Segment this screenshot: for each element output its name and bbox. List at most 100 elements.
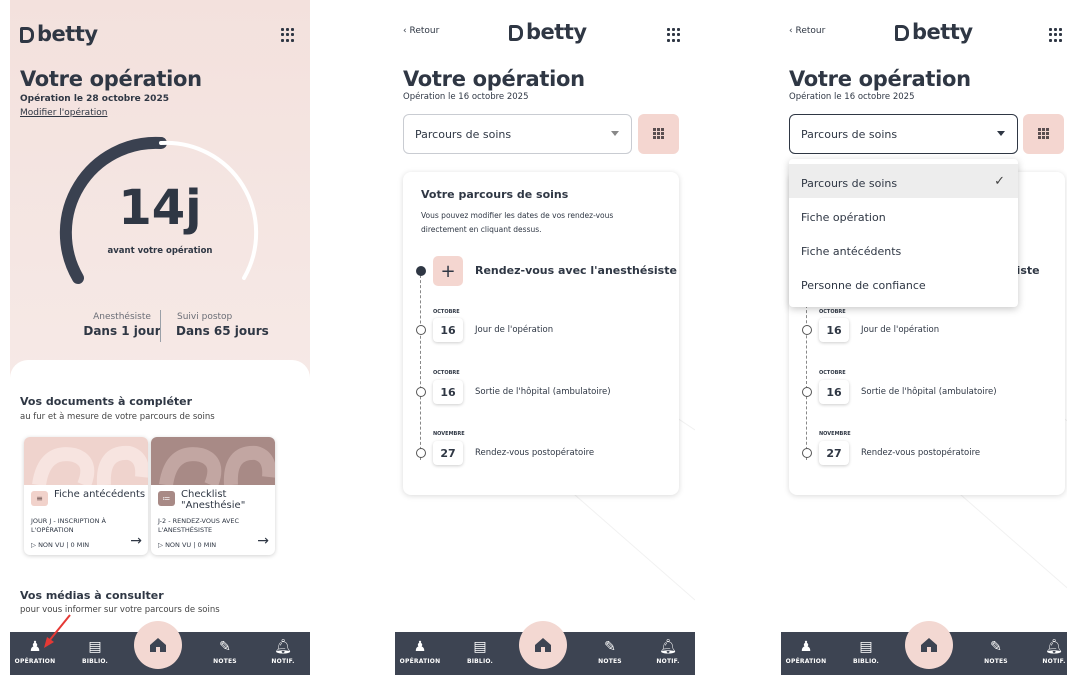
bottom-nav: ♟ OPÉRATION ▤ BIBLIO. ✎ NOTES 🔔︎ NOTIF. <box>10 621 310 675</box>
app-grid-icon[interactable] <box>1049 28 1063 42</box>
duration-text: 0 MIN <box>197 541 217 549</box>
betty-logo: betty <box>509 20 587 44</box>
home-icon <box>921 638 937 652</box>
event-month: OCTOBRE <box>433 370 460 376</box>
document-status: ▷ NON VU | 0 MIN <box>31 541 90 549</box>
document-illustration <box>24 437 148 488</box>
documents-title: Vos documents à compléter <box>20 395 193 408</box>
nav-label: NOTES <box>598 658 622 665</box>
option-label: Personne de confiance <box>801 279 926 292</box>
event-day-button[interactable]: 27 <box>819 441 849 465</box>
home-button[interactable] <box>519 621 567 669</box>
event-label: Rendez-vous postopératoire <box>475 448 595 458</box>
status-text: ▷ NON VU <box>158 541 192 549</box>
nav-biblio[interactable]: ▤ BIBLIO. <box>70 632 120 665</box>
status-text: ▷ NON VU <box>31 541 65 549</box>
bell-icon: 🔔︎ <box>1045 639 1063 655</box>
nav-notif[interactable]: 🔔︎ NOTIF. <box>1029 632 1067 665</box>
screen-care-pathway-dropdown: ‹ Retour betty Votre opération Opération… <box>781 0 1067 675</box>
event-day-button[interactable]: 27 <box>433 441 463 465</box>
nav-label: NOTES <box>213 658 237 665</box>
option-fiche-antecedents[interactable]: Fiche antécédents <box>789 232 1018 266</box>
library-icon: ▤ <box>88 639 102 655</box>
arrow-right-icon[interactable]: → <box>257 533 269 549</box>
timeline-dot <box>802 387 812 397</box>
nav-operation[interactable]: ♟ OPÉRATION <box>781 632 831 665</box>
modify-operation-link[interactable]: Modifier l'opération <box>20 108 107 118</box>
section-select[interactable]: Parcours de soins <box>789 114 1018 154</box>
option-fiche-operation[interactable]: Fiche opération <box>789 198 1018 232</box>
document-status: ▷ NON VU | 0 MIN <box>158 541 217 549</box>
home-button[interactable] <box>905 621 953 669</box>
app-grid-icon[interactable] <box>667 28 681 42</box>
document-meta: J-2 - RENDEZ-VOUS AVEC L'ANESTHÉSISTE <box>158 517 240 534</box>
timeline-main-event: Rendez-vous avec l'anesthésiste <box>475 264 677 277</box>
document-card-antecedents[interactable]: ≡ Fiche antécédents JOUR J - INSCRIPTION… <box>24 437 148 555</box>
nav-label: NOTIF. <box>1042 658 1066 665</box>
page-title: Votre opération <box>789 67 971 91</box>
back-link[interactable]: ‹ Retour <box>789 26 825 36</box>
nav-notes[interactable]: ✎ NOTES <box>971 632 1021 665</box>
home-icon <box>535 638 551 652</box>
card-description: Vous pouvez modifier les dates de vos re… <box>421 211 614 234</box>
pencil-icon: ✎ <box>604 639 616 655</box>
timeline-dot <box>416 448 426 458</box>
app-grid-icon[interactable] <box>281 28 295 42</box>
option-parcours-de-soins[interactable]: Parcours de soins ✓ <box>789 164 1018 198</box>
logo-text: betty <box>526 20 587 44</box>
timeline-dot <box>802 448 812 458</box>
countdown-caption: avant votre opération <box>107 246 213 256</box>
operation-date: Opération le 16 octobre 2025 <box>789 92 915 102</box>
timeline-line <box>420 270 421 460</box>
logo-text: betty <box>37 22 98 46</box>
option-label: Fiche antécédents <box>801 245 902 258</box>
person-icon: ♟ <box>28 639 42 655</box>
documents-subtitle: au fur et à mesure de votre parcours de … <box>20 412 215 422</box>
nav-biblio[interactable]: ▤ BIBLIO. <box>455 632 505 665</box>
event-day-button[interactable]: 16 <box>819 380 849 404</box>
nav-notif[interactable]: 🔔︎ NOTIF. <box>258 632 308 665</box>
betty-logo: betty <box>20 22 98 46</box>
checklist-icon: ≔ <box>158 491 175 506</box>
option-label: Fiche opération <box>801 211 886 224</box>
chevron-down-icon <box>997 131 1005 136</box>
nav-biblio[interactable]: ▤ BIBLIO. <box>841 632 891 665</box>
document-card-checklist[interactable]: ≔ Checklist "Anesthésie" J-2 - RENDEZ-VO… <box>151 437 275 555</box>
arrow-right-icon[interactable]: → <box>130 533 142 549</box>
nav-operation[interactable]: ♟ OPÉRATION <box>395 632 445 665</box>
stat-label-postop: Suivi postop <box>177 312 233 322</box>
library-icon: ▤ <box>859 639 873 655</box>
event-label: Rendez-vous postopératoire <box>861 448 981 458</box>
bottom-nav: ♟ OPÉRATION ▤ BIBLIO. ✎ NOTES 🔔︎ NOTIF. <box>781 621 1067 675</box>
betty-logo: betty <box>895 20 973 44</box>
bell-icon: 🔔︎ <box>274 639 292 655</box>
qr-code-icon <box>652 128 665 140</box>
event-day-button[interactable]: 16 <box>433 318 463 342</box>
operation-date: Opération le 28 octobre 2025 <box>20 94 169 104</box>
section-select[interactable]: Parcours de soins <box>403 114 632 154</box>
nav-label: OPÉRATION <box>14 658 56 665</box>
person-icon: ♟ <box>413 639 427 655</box>
event-day-button[interactable]: 16 <box>433 380 463 404</box>
option-personne-de-confiance[interactable]: Personne de confiance <box>789 266 1018 300</box>
home-button[interactable] <box>134 621 182 669</box>
event-label: Jour de l'opération <box>861 325 940 335</box>
qr-code-button[interactable] <box>638 114 679 154</box>
media-title: Vos médias à consulter <box>20 589 164 602</box>
nav-notif[interactable]: 🔔︎ NOTIF. <box>643 632 693 665</box>
media-subtitle: pour vous informer sur votre parcours de… <box>20 605 220 615</box>
add-appointment-button[interactable]: + <box>433 256 463 286</box>
nav-label: NOTES <box>984 658 1008 665</box>
event-day-button[interactable]: 16 <box>819 318 849 342</box>
countdown-value: 14j <box>118 180 202 236</box>
nav-operation[interactable]: ♟ OPÉRATION <box>10 632 60 665</box>
logo-text: betty <box>912 20 973 44</box>
qr-code-button[interactable] <box>1023 114 1064 154</box>
page-title: Votre opération <box>403 67 585 91</box>
page-title: Votre opération <box>20 67 202 91</box>
select-dropdown-menu: Parcours de soins ✓ Fiche opération Fiche… <box>789 159 1018 307</box>
nav-notes[interactable]: ✎ NOTES <box>585 632 635 665</box>
back-link[interactable]: ‹ Retour <box>403 26 439 36</box>
select-value: Parcours de soins <box>801 128 898 141</box>
nav-notes[interactable]: ✎ NOTES <box>200 632 250 665</box>
